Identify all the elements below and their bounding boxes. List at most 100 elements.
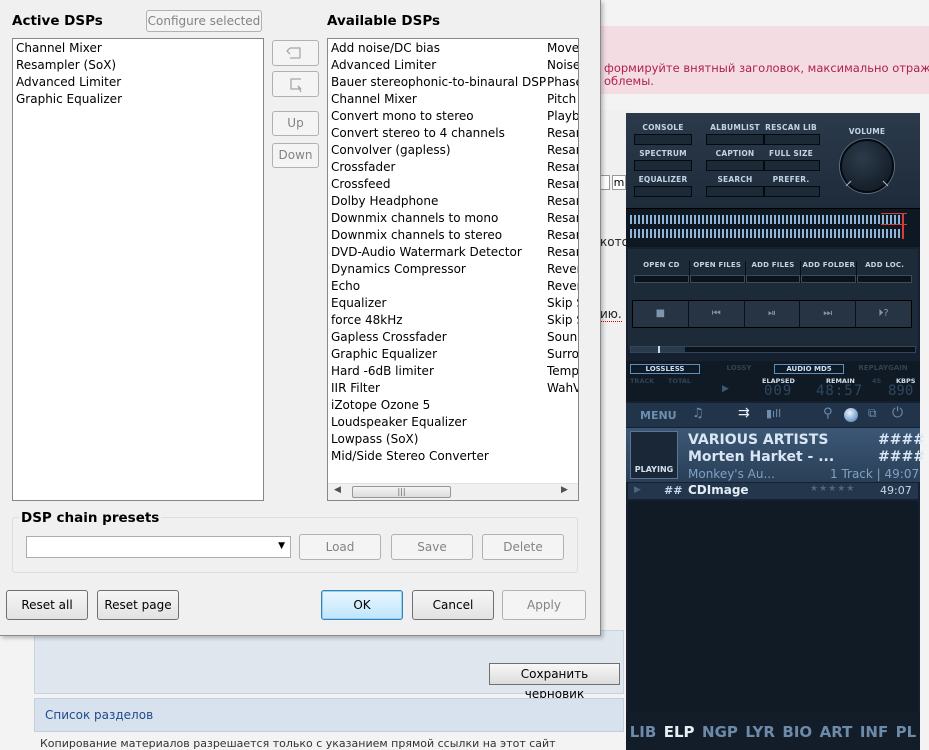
- list-item[interactable]: Dolby Headphone Resar: [328, 193, 578, 210]
- available-rows: Add noise/DC bias Move Advanced Limiter Noi…: [328, 40, 579, 465]
- delete-button[interactable]: Delete: [482, 534, 564, 560]
- bg-button-fragment[interactable]: m: [612, 175, 626, 190]
- list-item[interactable]: Advanced Limiter: [13, 74, 263, 91]
- seek-thumb[interactable]: [658, 346, 660, 353]
- play-pause-icon[interactable]: ⏯: [745, 301, 801, 327]
- list-item[interactable]: Downmix channels to mono Resar: [328, 210, 579, 227]
- remove-from-active-button[interactable]: [272, 71, 319, 97]
- reset-page-button[interactable]: Reset page: [97, 590, 179, 620]
- seek-bar[interactable]: [630, 346, 916, 353]
- menu-button[interactable]: MENU: [640, 409, 677, 422]
- dsp-name-second-column: Resar: [547, 160, 579, 174]
- save-draft-button[interactable]: Сохранить черновик: [489, 663, 620, 701]
- list-item[interactable]: force 48kHz Skip S: [328, 312, 578, 329]
- tab-inf[interactable]: INF: [860, 723, 888, 741]
- dsp-name-second-column: Resar: [547, 211, 579, 225]
- load-button[interactable]: Load: [299, 534, 381, 560]
- list-item[interactable]: Lowpass (SoX): [328, 431, 578, 448]
- list-item[interactable]: Resampler (SoX): [13, 57, 263, 74]
- list-item[interactable]: Advanced Limiter Noise: [328, 57, 579, 74]
- volume-knob[interactable]: [840, 139, 894, 193]
- stop-icon[interactable]: ■: [633, 301, 689, 327]
- tab-elp[interactable]: ELP: [664, 723, 695, 741]
- open-cd-button[interactable]: OPEN CD: [634, 261, 690, 283]
- list-item[interactable]: IIR Filter WahV: [328, 380, 578, 397]
- list-item[interactable]: Downmix channels to stereo Resar: [328, 227, 578, 244]
- available-dsps-list[interactable]: Add noise/DC bias Move Advanced Limiter Noi…: [327, 38, 579, 501]
- list-item[interactable]: DVD-Audio Watermark Detector Resar: [328, 244, 578, 261]
- random-icon[interactable]: ⏵?: [856, 301, 911, 327]
- scroll-thumb[interactable]: |||: [352, 486, 451, 498]
- reset-all-button[interactable]: Reset all: [6, 590, 88, 620]
- list-item[interactable]: Graphic Equalizer: [13, 91, 263, 108]
- list-item[interactable]: Dynamics Compressor Rever: [328, 261, 578, 278]
- tab-lyr[interactable]: LYR: [745, 723, 775, 741]
- dsp-name: Downmix channels to mono: [331, 211, 499, 225]
- globe-icon[interactable]: [844, 408, 858, 422]
- list-item[interactable]: Mid/Side Stereo Converter: [328, 448, 578, 465]
- list-item[interactable]: Crossfeed Resar: [328, 176, 578, 193]
- horizontal-scrollbar[interactable]: ◀ ||| ▶: [328, 483, 578, 500]
- window-icon[interactable]: ⧉: [868, 406, 877, 421]
- tab-pl[interactable]: PL: [896, 723, 917, 741]
- tab-art[interactable]: ART: [820, 723, 853, 741]
- tab-lib[interactable]: LIB: [630, 723, 657, 741]
- spectrum-button[interactable]: [634, 160, 692, 171]
- list-item[interactable]: Loudspeaker Equalizer: [328, 414, 578, 431]
- pin-icon[interactable]: ⚲: [823, 406, 833, 421]
- console-button[interactable]: [634, 134, 692, 145]
- add-to-active-button[interactable]: [272, 40, 319, 66]
- search-button[interactable]: [706, 186, 764, 197]
- dsp-name: Dolby Headphone: [331, 194, 439, 208]
- scroll-right-icon[interactable]: ▶: [561, 485, 568, 495]
- ok-button[interactable]: OK: [321, 590, 403, 620]
- list-item[interactable]: Gapless Crossfader Soun: [328, 329, 578, 346]
- equalizer-bars-icon[interactable]: ▮ıll: [766, 407, 781, 420]
- list-item[interactable]: Graphic Equalizer Surro: [328, 346, 578, 363]
- next-icon[interactable]: ⏭: [800, 301, 857, 327]
- list-item[interactable]: Convert mono to stereo Playb: [328, 108, 578, 125]
- active-dsps-list[interactable]: Channel Mixer Resampler (SoX) Advanced L…: [12, 38, 264, 501]
- tab-ngp[interactable]: NGP: [702, 723, 738, 741]
- list-item[interactable]: iZotope Ozone 5: [328, 397, 578, 414]
- add-location-button[interactable]: ADD LOC.: [857, 261, 912, 283]
- albumlist-button[interactable]: [706, 134, 764, 145]
- list-item[interactable]: Convert stereo to 4 channels Resar: [328, 125, 578, 142]
- kbps-value: 890: [888, 383, 914, 399]
- list-item[interactable]: Channel Mixer: [13, 40, 263, 57]
- add-files-button[interactable]: ADD FILES: [745, 261, 802, 283]
- preferences-button[interactable]: [764, 186, 820, 197]
- previous-icon[interactable]: ⏮: [689, 301, 745, 327]
- rating-stars[interactable]: ★★★★★: [810, 484, 855, 494]
- full-size-button[interactable]: [764, 160, 820, 171]
- dsp-name-second-column: Noise: [547, 58, 579, 72]
- open-files-button[interactable]: OPEN FILES: [689, 261, 746, 283]
- list-item[interactable]: Equalizer Skip S: [328, 295, 578, 312]
- up-button[interactable]: Up: [272, 111, 319, 136]
- nav-tabs: LIB ELP NGP LYR BIO ART INF PL: [626, 713, 920, 750]
- tab-bio[interactable]: BIO: [782, 723, 812, 741]
- caption-button[interactable]: [706, 160, 764, 171]
- configure-selected-button[interactable]: Configure selected: [146, 10, 262, 32]
- add-folder-button[interactable]: ADD FOLDER: [801, 261, 858, 283]
- cancel-button[interactable]: Cancel: [412, 590, 494, 620]
- down-button[interactable]: Down: [272, 143, 319, 168]
- presets-combo[interactable]: ▼: [26, 536, 291, 558]
- list-item[interactable]: Crossfader Resar: [328, 159, 579, 176]
- list-item[interactable]: Channel Mixer Pitch: [328, 91, 578, 108]
- list-item[interactable]: Convolver (gapless) Resar: [328, 142, 578, 159]
- save-button[interactable]: Save: [391, 534, 473, 560]
- equalizer-button[interactable]: [634, 186, 692, 197]
- music-note-icon[interactable]: ♫: [692, 406, 704, 421]
- list-item[interactable]: Echo Rever: [328, 278, 578, 295]
- power-icon[interactable]: ⏻: [892, 405, 903, 421]
- playlist-row[interactable]: ▶ ## CDImage ★★★★★ 49:07: [628, 483, 918, 499]
- arrows-icon[interactable]: ⇉: [738, 405, 750, 421]
- apply-button[interactable]: Apply: [502, 590, 586, 620]
- list-item[interactable]: Bauer stereophonic-to-binaural DSPPhase: [328, 74, 578, 91]
- scroll-left-icon[interactable]: ◀: [334, 485, 341, 495]
- list-item[interactable]: Add noise/DC bias Move: [328, 40, 578, 57]
- sections-link[interactable]: Список разделов: [45, 708, 153, 722]
- rescan-lib-button[interactable]: [764, 134, 820, 145]
- list-item[interactable]: Hard -6dB limiter Temp: [328, 363, 578, 380]
